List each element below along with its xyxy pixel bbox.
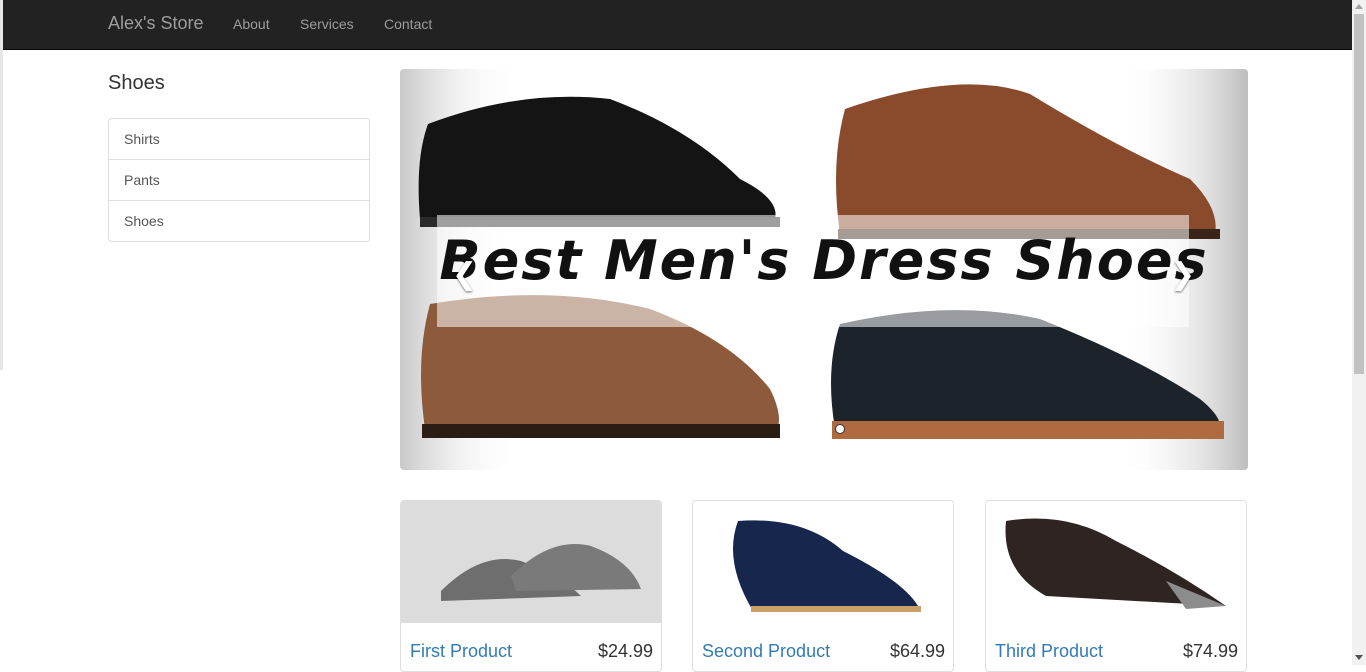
nav-contact-link[interactable]: Contact	[384, 16, 432, 32]
product-image[interactable]	[986, 501, 1246, 623]
category-item-shirts[interactable]: Shirts	[109, 119, 369, 159]
scrollbar-thumb[interactable]	[1354, 14, 1364, 374]
category-list: Shirts Pants Shoes	[108, 118, 370, 242]
top-navbar: Alex's Store About Services Contact	[3, 0, 1352, 50]
product-name-link[interactable]: Third Product	[995, 641, 1103, 662]
product-price: $64.99	[889, 641, 945, 661]
chevron-right-icon[interactable]: ❯	[1170, 257, 1195, 292]
category-item-pants[interactable]: Pants	[109, 159, 369, 200]
nav-about-link[interactable]: About	[233, 16, 270, 32]
product-name-link[interactable]: First Product	[410, 641, 512, 662]
window-edge	[0, 0, 3, 370]
product-card: First Product $24.99	[400, 500, 662, 672]
image-carousel[interactable]: Best Men's Dress Shoes ❮ ❯	[400, 69, 1248, 470]
product-image[interactable]	[401, 501, 661, 623]
nav-services-link[interactable]: Services	[300, 16, 354, 32]
product-name-link[interactable]: Second Product	[702, 641, 830, 662]
category-item-shoes[interactable]: Shoes	[109, 200, 369, 241]
carousel-caption: Best Men's Dress Shoes	[439, 229, 1209, 292]
product-price: $24.99	[597, 641, 653, 661]
chevron-left-icon[interactable]: ❮	[452, 257, 477, 292]
scroll-down-icon[interactable]	[1355, 655, 1363, 660]
vertical-scrollbar[interactable]	[1352, 0, 1366, 665]
carousel-indicator[interactable]	[835, 424, 845, 434]
scroll-up-icon[interactable]	[1355, 4, 1363, 9]
brand-link[interactable]: Alex's Store	[108, 13, 203, 34]
product-card: Third Product $74.99	[985, 500, 1247, 672]
product-image[interactable]	[693, 501, 953, 623]
sidebar-title: Shoes	[108, 72, 165, 94]
product-card: Second Product $64.99	[692, 500, 954, 672]
product-price: $74.99	[1182, 641, 1238, 661]
